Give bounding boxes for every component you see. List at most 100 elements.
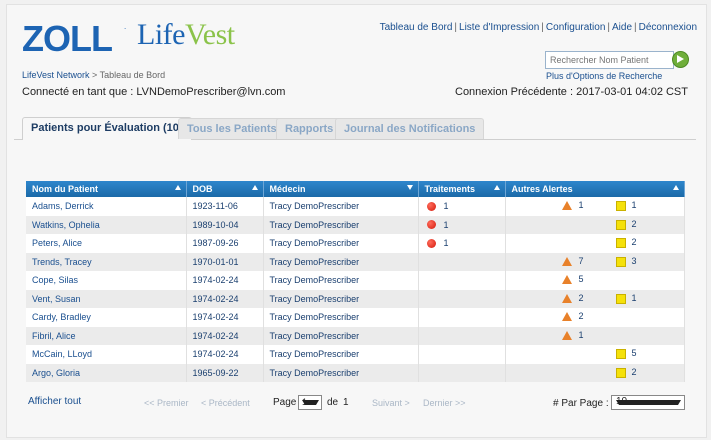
table-row[interactable]: Argo, Gloria 1965-09-22 Tracy DemoPrescrib… (26, 363, 685, 382)
column-header-label: Traitements (424, 184, 476, 194)
warning-triangle-icon[interactable] (561, 201, 572, 210)
sort-arrow-icon (251, 185, 258, 190)
sort-arrow-icon (174, 185, 181, 190)
notice-square-icon[interactable] (615, 256, 626, 267)
previous-page-link[interactable]: < Précédent (201, 398, 250, 408)
patient-dob: 1923-11-06 (186, 197, 264, 216)
other-alerts-cell: 73 (505, 252, 685, 271)
zoll-logo-mark: . (124, 22, 127, 31)
patient-name-link[interactable]: Cope, Silas (26, 271, 187, 290)
warning-count: 2 (578, 292, 584, 303)
warning-triangle-icon[interactable] (561, 330, 572, 340)
nav-help-link[interactable]: Aide (612, 22, 632, 33)
patient-name-link[interactable]: Cardy, Bradley (26, 308, 187, 327)
patient-name-link[interactable]: Peters, Alice (26, 234, 187, 253)
column-header-label: DOB (192, 184, 213, 194)
more-search-options-link[interactable]: Plus d'Options de Recherche (546, 71, 662, 81)
nav-dashboard-link[interactable]: Tableau de Bord (380, 22, 453, 33)
table-row[interactable]: Fibril, Alice 1974-02-24 Tracy DemoPrescri… (26, 326, 685, 345)
treatment-alert-icon[interactable] (426, 220, 436, 230)
table-row[interactable]: Cope, Silas 1974-02-24 Tracy DemoPrescribe… (26, 271, 685, 290)
treatment-count: 1 (443, 201, 449, 212)
per-page-label: # Par Page : (553, 398, 609, 409)
warning-count: 5 (578, 274, 584, 284)
page-of-label: de (327, 397, 339, 408)
patient-doctor: Tracy DemoPrescriber (263, 197, 419, 216)
patient-name-link[interactable]: Fibril, Alice (26, 326, 187, 345)
warning-triangle-icon[interactable] (561, 312, 572, 321)
other-alerts-cell: 5 (505, 345, 685, 364)
treatments-cell: 1 (418, 215, 506, 234)
nav-print-list-link[interactable]: Liste d'Impression (459, 22, 539, 33)
column-header-label: Nom du Patient (32, 184, 99, 194)
table-row[interactable]: Cardy, Bradley 1974-02-24 Tracy DemoPrescr… (26, 308, 685, 327)
patient-dob: 1974-02-24 (186, 326, 264, 345)
column-header-doctor[interactable]: Médecin (263, 181, 419, 197)
notice-square-icon[interactable] (615, 367, 626, 378)
warning-triangle-icon[interactable] (561, 256, 572, 266)
breadcrumb-root-link[interactable]: LifeVest Network (22, 70, 90, 80)
first-page-link[interactable]: << Premier (144, 398, 189, 408)
treatments-cell (418, 308, 506, 327)
patient-dob: 1965-09-22 (186, 363, 264, 382)
tab-notification-log[interactable]: Journal des Notifications (335, 118, 485, 139)
warning-triangle-icon[interactable] (561, 293, 572, 303)
table-row[interactable]: Peters, Alice 1987-09-26 Tracy DemoPrescri… (26, 234, 685, 253)
page-number-select[interactable]: 1 (298, 395, 322, 410)
notice-count: 2 (631, 237, 637, 247)
table-row[interactable]: McCain, LLoyd 1974-02-24 Tracy DemoPrescri… (26, 345, 685, 364)
tab-patients-for-review[interactable]: Patients pour Évaluation (10) (22, 117, 192, 140)
patient-name-link[interactable]: McCain, LLoyd (26, 345, 187, 364)
next-page-link[interactable]: Suivant > (372, 398, 410, 408)
column-header-treatments[interactable]: Traitements (418, 181, 506, 197)
table-header-row: Nom du Patient DOB Médecin Traitements A… (26, 181, 685, 197)
notice-square-icon[interactable] (615, 293, 626, 304)
notice-count: 2 (631, 366, 637, 377)
nav-logout-link[interactable]: Déconnexion (639, 22, 697, 33)
patient-search-input[interactable] (545, 51, 674, 69)
notice-count: 5 (631, 348, 637, 358)
column-header-dob[interactable]: DOB (186, 181, 264, 197)
patient-name-link[interactable]: Trends, Tracey (26, 252, 187, 271)
patient-doctor: Tracy DemoPrescriber (263, 308, 419, 327)
other-alerts-cell: 21 (505, 289, 685, 308)
treatment-alert-icon[interactable] (426, 201, 436, 211)
treatments-cell (418, 289, 506, 308)
patient-dob: 1974-02-24 (186, 271, 264, 290)
treatments-cell (418, 345, 506, 364)
patient-name-link[interactable]: Vent, Susan (26, 289, 187, 308)
warning-count: 1 (578, 200, 584, 210)
notice-count: 3 (631, 255, 637, 266)
lifevest-logo-vest: Vest (184, 18, 235, 51)
treatment-count: 1 (443, 219, 449, 230)
treatment-alert-icon[interactable] (426, 238, 436, 248)
search-go-button[interactable] (672, 51, 689, 68)
notice-square-icon[interactable] (615, 219, 626, 230)
table-row[interactable]: Watkins, Ophelia 1989-10-04 Tracy DemoPres… (26, 215, 685, 234)
patient-name-link[interactable]: Argo, Gloria (26, 363, 187, 382)
patient-name-link[interactable]: Watkins, Ophelia (26, 215, 187, 234)
notice-square-icon[interactable] (615, 349, 626, 359)
show-all-link[interactable]: Afficher tout (28, 396, 81, 407)
connected-user-text: Connecté en tant que : LVNDemoPrescriber… (22, 86, 286, 98)
warning-triangle-icon[interactable] (561, 275, 572, 284)
nav-configuration-link[interactable]: Configuration (546, 22, 605, 33)
lifevest-logo-life: Life (137, 18, 185, 51)
tab-reports[interactable]: Rapports (276, 118, 343, 139)
per-page-select[interactable]: 10 (611, 395, 685, 410)
notice-count: 1 (631, 200, 637, 210)
patient-name-link[interactable]: Adams, Derrick (26, 197, 187, 216)
column-header-name[interactable]: Nom du Patient (26, 181, 187, 197)
column-header-other-alerts[interactable]: Autres Alertes (505, 181, 685, 197)
patient-dob: 1974-02-24 (186, 289, 264, 308)
table-row[interactable]: Trends, Tracey 1970-01-01 Tracy DemoPrescr… (26, 252, 685, 271)
notice-square-icon[interactable] (615, 201, 626, 211)
other-alerts-cell: 2 (505, 363, 685, 382)
notice-square-icon[interactable] (615, 238, 626, 248)
table-row[interactable]: Adams, Derrick 1923-11-06 Tracy DemoPrescr… (26, 197, 685, 216)
patient-dob: 1974-02-24 (186, 345, 264, 364)
tab-all-patients[interactable]: Tous les Patients (178, 118, 286, 139)
table-row[interactable]: Vent, Susan 1974-02-24 Tracy DemoPrescribe… (26, 289, 685, 308)
last-page-link[interactable]: Dernier >> (423, 398, 466, 408)
patient-doctor: Tracy DemoPrescriber (263, 326, 419, 345)
